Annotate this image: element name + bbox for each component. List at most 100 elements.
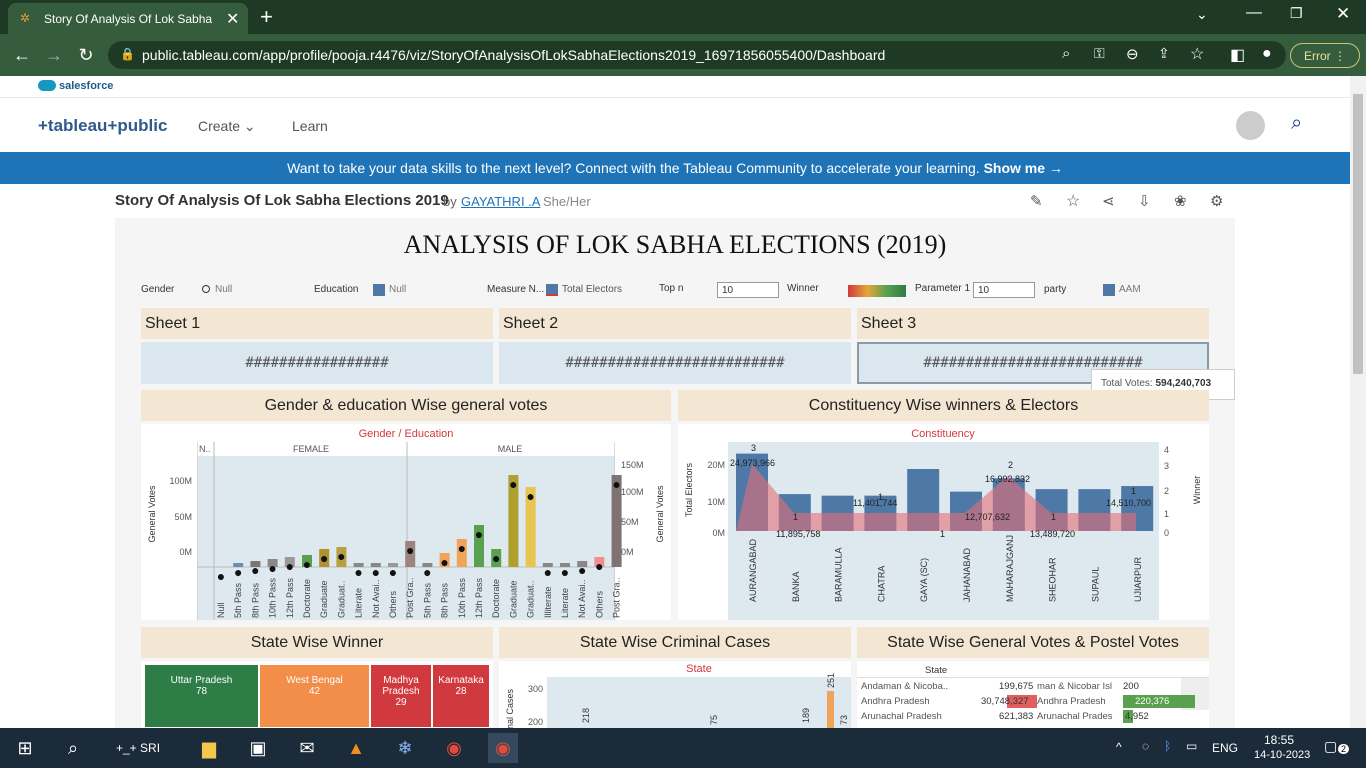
side-panel-icon[interactable]: ◧ <box>1230 45 1245 65</box>
constituency-category-label: MAHARAJGANJ <box>1005 535 1015 602</box>
gender-edu-category-label: Literate <box>560 588 570 618</box>
share-icon[interactable]: ⇪ <box>1158 45 1170 62</box>
constituency-svg: Constituency Total Electors 20M 10M 0M 4… <box>678 424 1209 620</box>
taskbar-search-text[interactable]: +_+ SRI <box>116 741 160 755</box>
chrome-active-icon[interactable]: ◉ <box>488 733 518 763</box>
filter-party-value[interactable]: AAM <box>1119 284 1141 295</box>
page-scrollbar[interactable] <box>1350 76 1366 728</box>
error-button[interactable]: Error ⋮ <box>1290 43 1360 68</box>
restore-icon[interactable]: ❐ <box>1290 5 1303 22</box>
clock-time[interactable]: 18:55 <box>1264 733 1294 747</box>
vlc-icon[interactable]: ▲ <box>341 733 371 763</box>
reload-icon[interactable]: ↻ <box>72 41 100 69</box>
constituency-category-label: AURANGABAD <box>748 538 758 602</box>
treemap-cell-mp[interactable]: Madhya Pradesh 29 <box>370 664 432 728</box>
windows-start-icon[interactable]: ⊞ <box>10 733 40 763</box>
chrome-icon[interactable]: ◉ <box>439 733 469 763</box>
clock-date[interactable]: 14-10-2023 <box>1254 749 1310 761</box>
treemap-cell-ka[interactable]: Karnataka 28 <box>432 664 490 728</box>
postal-row-1-state2: man & Nicobar Isl <box>1037 681 1112 692</box>
author-pronoun: She/Her <box>543 194 591 209</box>
gender-edu-category-label: Others <box>388 590 398 618</box>
site-search-icon[interactable]: ⌕ <box>1291 112 1302 135</box>
winner-color-scale[interactable] <box>848 285 906 297</box>
back-icon[interactable]: ← <box>8 41 36 69</box>
notification-icon[interactable]: ▢ <box>1324 738 1337 755</box>
gender-edu-category-label: 12th Pass <box>474 577 484 618</box>
edit-icon[interactable]: ✎ <box>1030 192 1043 210</box>
constituency-data-label: 12,707,632 <box>965 512 1010 522</box>
close-tab-icon[interactable]: ✕ <box>226 9 239 29</box>
gender-edu-category-label: 10th Pass <box>457 577 467 618</box>
browser-tab-bar: ✲ Story Of Analysis Of Lok Sabha E ✕ + ⌄… <box>0 0 1366 34</box>
tab-search-icon[interactable]: ⌄ <box>1196 6 1208 23</box>
nav-learn[interactable]: Learn <box>292 118 328 134</box>
taskbar-search-icon[interactable]: ⌕ <box>58 733 88 763</box>
share-viz-icon[interactable]: ⋖ <box>1102 192 1115 210</box>
parameter-input[interactable]: 10 <box>973 282 1035 298</box>
measure-legend-swatch[interactable] <box>546 284 558 296</box>
zoom-icon[interactable]: ⊖ <box>1126 45 1139 63</box>
forward-icon[interactable]: → <box>40 41 68 69</box>
scrollbar-thumb[interactable] <box>1353 94 1363 374</box>
filter-row: Gender Null Education Null Measure N... … <box>141 282 1221 302</box>
education-legend-swatch[interactable] <box>373 284 385 296</box>
filter-gender-value[interactable]: Null <box>215 284 232 295</box>
constituency-chart[interactable]: Constituency Total Electors 20M 10M 0M 4… <box>678 424 1209 620</box>
treemap-cell-up[interactable]: Uttar Pradesh 78 <box>144 664 259 728</box>
gender-legend-dot[interactable] <box>202 285 210 293</box>
browser-tab[interactable]: ✲ Story Of Analysis Of Lok Sabha E ✕ <box>8 3 248 34</box>
tray-chevron-icon[interactable]: ^ <box>1116 740 1122 754</box>
salesforce-cloud-icon <box>38 80 56 91</box>
sheet2-header: Sheet 2 <box>499 308 851 339</box>
tableau-public-logo[interactable]: +tableau+public <box>38 116 167 136</box>
gender-edu-category-label: 8th Pass <box>440 582 450 618</box>
constituency-data-label: 14,510,700 <box>1106 498 1151 508</box>
promo-banner: Want to take your data skills to the nex… <box>0 152 1350 184</box>
postal-row-2-postal: 220,376 <box>1135 696 1170 707</box>
topn-input[interactable]: 10 <box>717 282 779 298</box>
minimize-icon[interactable]: — <box>1246 4 1262 22</box>
filter-education-value[interactable]: Null <box>389 284 406 295</box>
new-tab-icon[interactable]: + <box>260 4 273 30</box>
search-page-icon[interactable]: ⌕ <box>1062 45 1070 62</box>
bluetooth-icon[interactable]: ᛒ <box>1164 739 1171 753</box>
wifi-icon[interactable]: ◌ <box>1142 739 1149 753</box>
constituency-category-label: UJIARPUR <box>1133 556 1143 602</box>
file-explorer-icon[interactable]: ▆ <box>194 733 224 763</box>
key-icon[interactable]: ⚿ <box>1094 45 1105 62</box>
snowflake-app-icon[interactable]: ❄ <box>390 733 420 763</box>
download-icon[interactable]: ⇩ <box>1138 192 1151 210</box>
party-legend-swatch[interactable] <box>1103 284 1115 296</box>
criminal-chart[interactable]: State nal Cases 300 200 218 75 189 251 7… <box>499 661 851 729</box>
nav-create-label: Create <box>198 118 241 134</box>
constituency-category-label: JAHANABAD <box>962 547 972 602</box>
battery-icon[interactable]: ▭ <box>1186 739 1197 753</box>
dashboard-title: ANALYSIS OF LOK SABHA ELECTIONS (2019) <box>403 230 947 259</box>
sheet1-value[interactable]: ################# <box>141 342 493 384</box>
banner-link[interactable]: Show me → <box>984 160 1063 176</box>
bookmark-star-icon[interactable]: ☆ <box>1190 44 1204 64</box>
sheet2-value[interactable]: ########################## <box>499 342 851 384</box>
mail-icon[interactable]: ✉ <box>292 733 322 763</box>
nav-create[interactable]: Create ⌄ <box>198 118 256 135</box>
treemap-cell-wb[interactable]: West Bengal 42 <box>259 664 370 728</box>
lock-icon: 🔒 <box>120 47 135 61</box>
language-indicator[interactable]: ENG <box>1212 741 1238 755</box>
url-bar[interactable]: 🔒 public.tableau.com/app/profile/pooja.r… <box>108 41 1286 69</box>
filter-measure-value[interactable]: Total Electors <box>562 284 622 295</box>
user-avatar[interactable] <box>1236 111 1265 140</box>
postal-row-3[interactable]: Arunachal Pradesh 621,383 Arunachal Prad… <box>861 710 1201 725</box>
filter-parameter-label: Parameter 1 <box>915 283 971 294</box>
gender-edu-chart[interactable]: Gender / Education N.. FEMALE MALE Gener… <box>141 424 671 620</box>
favorite-star-icon[interactable]: ☆ <box>1066 191 1080 211</box>
criminal-bar[interactable] <box>827 691 834 728</box>
postal-row-1[interactable]: Andaman & Nicoba.. 199,675 man & Nicobar… <box>861 681 1201 695</box>
close-window-icon[interactable]: ✕ <box>1336 4 1350 24</box>
settings-gear-icon[interactable]: ⚙ <box>1210 192 1223 210</box>
postal-row-2[interactable]: Andhra Pradesh 30,748,327 Andhra Pradesh… <box>861 695 1201 710</box>
app-icon[interactable]: ▣ <box>243 733 273 763</box>
badge-icon[interactable]: ❀ <box>1174 192 1187 210</box>
author-link[interactable]: GAYATHRI .A <box>461 194 540 209</box>
profile-icon[interactable]: ● <box>1262 45 1272 63</box>
